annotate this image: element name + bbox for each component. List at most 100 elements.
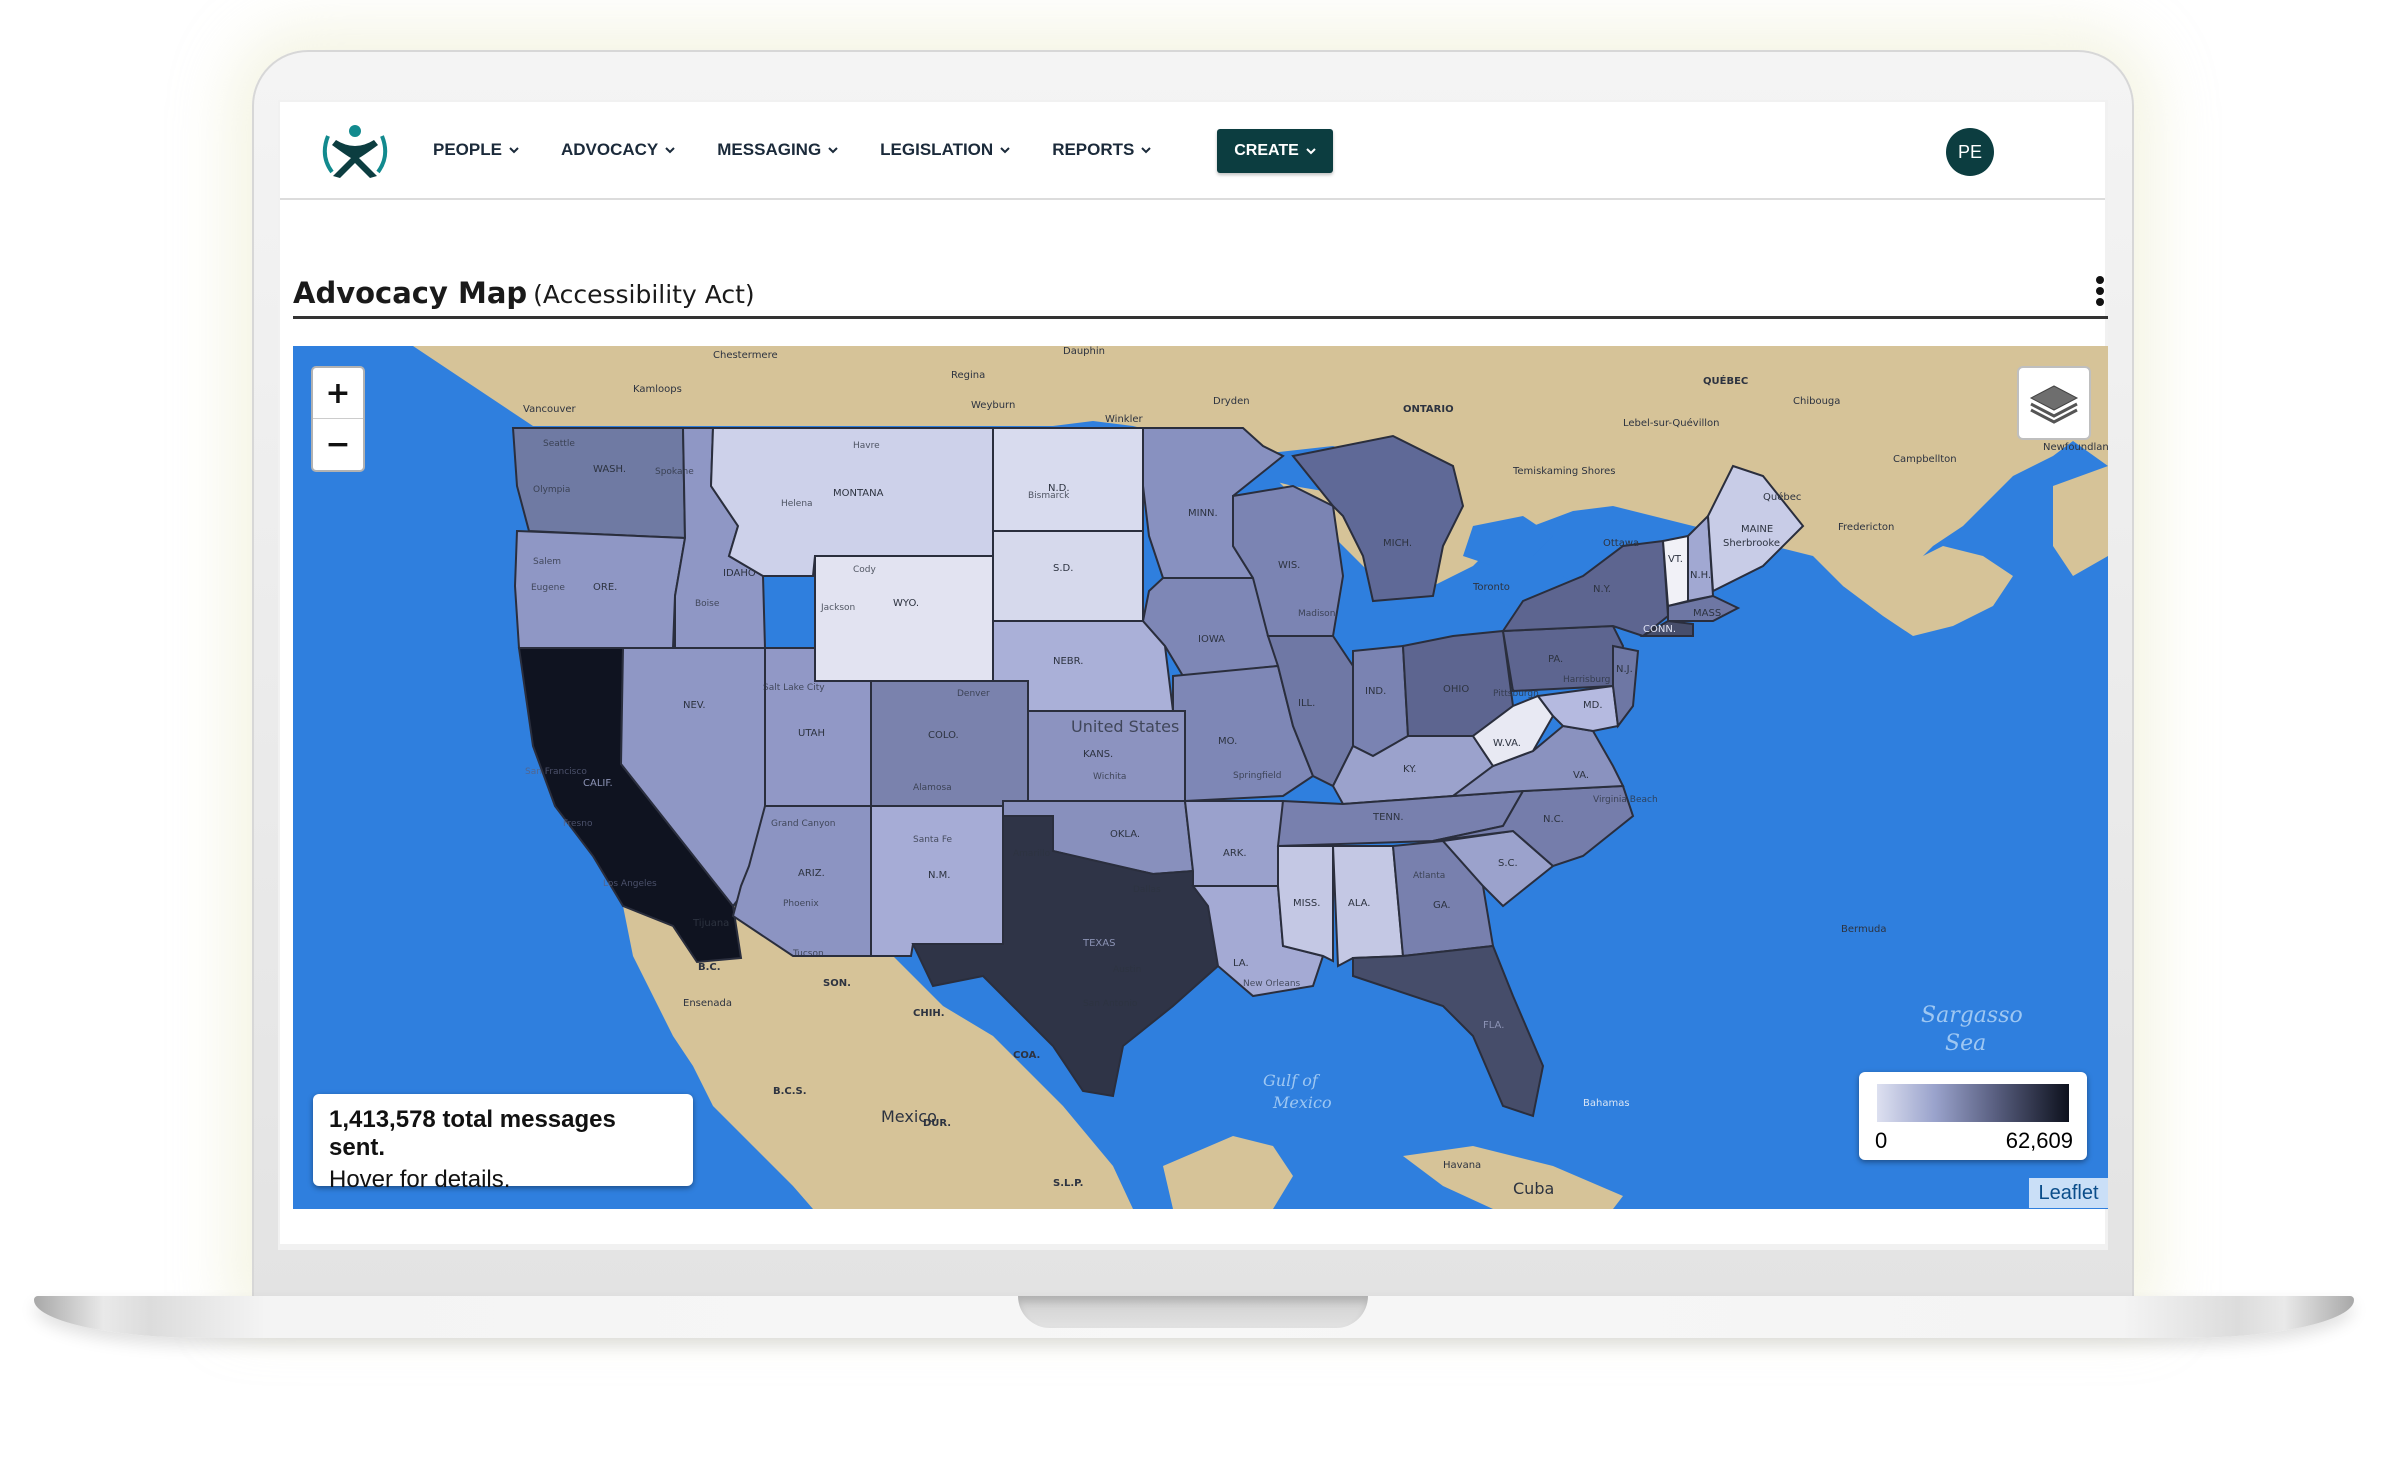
laptop-notch bbox=[1018, 1296, 1368, 1328]
main-nav: PEOPLE ADVOCACY MESSAGING LEGISLATION RE… bbox=[433, 102, 1193, 198]
city-alamosa: Alamosa bbox=[913, 783, 952, 793]
advocacy-map[interactable]: WASH. ORE. CALIF. IDAHO NEV. MONTANA WYO… bbox=[293, 346, 2108, 1209]
place-ensenada: Ensenada bbox=[683, 998, 732, 1009]
zoom-in-button[interactable]: + bbox=[313, 368, 363, 419]
place-winkler: Winkler bbox=[1105, 414, 1144, 425]
ocean-gulf-of: Gulf of bbox=[1263, 1071, 1321, 1090]
city-san-francisco: San Francisco bbox=[525, 767, 587, 777]
total-messages-text: 1,413,578 total messages sent. bbox=[329, 1106, 616, 1161]
city-atlanta: Atlanta bbox=[1413, 871, 1445, 881]
label-sd: S.D. bbox=[1053, 563, 1073, 574]
state-nm[interactable] bbox=[870, 805, 1004, 957]
place-bermuda: Bermuda bbox=[1841, 924, 1887, 935]
label-va: VA. bbox=[1573, 770, 1589, 781]
city-austin: Austin bbox=[1113, 965, 1141, 975]
label-ny: N.Y. bbox=[1593, 584, 1611, 595]
more-options-icon[interactable] bbox=[2094, 276, 2106, 312]
chevron-down-icon bbox=[1141, 147, 1152, 154]
laptop-screen: PEOPLE ADVOCACY MESSAGING LEGISLATION RE… bbox=[278, 100, 2108, 1250]
ocean-sea: Sea bbox=[1945, 1031, 1986, 1056]
city-los-angeles: Los Angeles bbox=[603, 879, 657, 889]
city-tucson: Tucson bbox=[792, 949, 824, 959]
city-havre: Havre bbox=[853, 441, 880, 451]
state-md[interactable] bbox=[1536, 684, 1620, 733]
place-fredericton: Fredericton bbox=[1838, 522, 1894, 533]
city-pittsburgh: Pittsburgh bbox=[1493, 689, 1539, 699]
layers-icon bbox=[2029, 385, 2079, 424]
map-section-header: Advocacy Map (Accessibility Act) bbox=[293, 272, 2108, 319]
city-spokane: Spokane bbox=[655, 467, 694, 477]
label-il: ILL. bbox=[1298, 698, 1315, 709]
label-id: IDAHO bbox=[723, 568, 756, 579]
label-ia: IOWA bbox=[1198, 634, 1225, 645]
nav-people[interactable]: PEOPLE bbox=[433, 140, 519, 160]
chevron-down-icon bbox=[665, 147, 675, 154]
chevron-down-icon bbox=[1000, 147, 1010, 154]
label-in: IND. bbox=[1365, 686, 1386, 697]
label-mn: MINN. bbox=[1188, 508, 1218, 519]
zoom-controls: + − bbox=[311, 366, 365, 472]
create-button-label: CREATE bbox=[1234, 142, 1299, 159]
city-boise: Boise bbox=[695, 599, 720, 609]
state-in[interactable] bbox=[1352, 644, 1410, 758]
label-ut: UTAH bbox=[798, 728, 825, 739]
ocean-mexico: Mexico bbox=[1272, 1093, 1332, 1112]
city-denver: Denver bbox=[957, 689, 990, 699]
zoom-out-button[interactable]: − bbox=[313, 419, 363, 469]
nav-messaging[interactable]: MESSAGING bbox=[717, 140, 838, 160]
page-title-text: Advocacy Map bbox=[293, 276, 528, 310]
place-quebec: QUÉBEC bbox=[1703, 374, 1748, 387]
nav-advocacy-label: ADVOCACY bbox=[560, 140, 659, 159]
state-wy[interactable] bbox=[814, 555, 994, 682]
maritimes-landmass bbox=[2053, 466, 2108, 576]
city-santa-fe: Santa Fe bbox=[913, 835, 953, 845]
map-canvas[interactable]: WASH. ORE. CALIF. IDAHO NEV. MONTANA WYO… bbox=[293, 346, 2108, 1209]
yucatan-landmass bbox=[1163, 1136, 1293, 1209]
state-wa[interactable] bbox=[511, 427, 687, 540]
label-nc: N.C. bbox=[1543, 814, 1564, 825]
state-ar[interactable] bbox=[1183, 800, 1285, 887]
place-toronto: Toronto bbox=[1472, 582, 1510, 593]
place-slp: S.L.P. bbox=[1053, 1178, 1083, 1189]
layers-toggle-button[interactable] bbox=[2017, 366, 2091, 440]
city-fresno: Fresno bbox=[563, 819, 593, 829]
state-fl[interactable] bbox=[1352, 944, 1545, 1118]
top-navigation-bar: PEOPLE ADVOCACY MESSAGING LEGISLATION RE… bbox=[280, 102, 2105, 200]
nav-reports[interactable]: REPORTS bbox=[1052, 140, 1152, 160]
city-san-antonio: San Antonio bbox=[1083, 999, 1138, 1009]
label-ar: ARK. bbox=[1223, 848, 1247, 859]
label-fl: FLA. bbox=[1483, 1020, 1504, 1031]
place-chihuahua: CHIH. bbox=[913, 1008, 945, 1019]
map-info-box: 1,413,578 total messages sent. Hover for… bbox=[313, 1094, 693, 1193]
label-wy: WYO. bbox=[893, 598, 919, 609]
state-mt[interactable] bbox=[709, 427, 994, 577]
label-nj: N.J. bbox=[1616, 664, 1633, 675]
create-button[interactable]: CREATE bbox=[1217, 129, 1333, 173]
city-grand-canyon: Grand Canyon bbox=[771, 819, 836, 829]
place-durango: DUR. bbox=[923, 1118, 951, 1129]
label-mt: MONTANA bbox=[833, 488, 884, 499]
page-title: Advocacy Map (Accessibility Act) bbox=[293, 276, 755, 310]
nav-legislation[interactable]: LEGISLATION bbox=[880, 140, 1010, 160]
place-havana: Havana bbox=[1443, 1160, 1481, 1171]
label-sc: S.C. bbox=[1498, 858, 1518, 869]
state-sd[interactable] bbox=[992, 530, 1144, 622]
city-virginia-beach: Virginia Beach bbox=[1593, 795, 1658, 805]
user-avatar[interactable]: PE bbox=[1946, 128, 1994, 176]
city-jackson: Jackson bbox=[820, 603, 855, 613]
hover-hint-text: Hover for details. bbox=[329, 1166, 511, 1193]
place-temiskaming: Temiskaming Shores bbox=[1512, 466, 1615, 477]
city-amarillo: Amarillo bbox=[1013, 849, 1051, 859]
place-regina: Regina bbox=[951, 370, 985, 381]
label-ks: KANS. bbox=[1083, 749, 1113, 760]
label-ga: GA. bbox=[1433, 900, 1451, 911]
place-dryden: Dryden bbox=[1213, 396, 1250, 407]
leaflet-attribution-link[interactable]: Leaflet bbox=[2029, 1178, 2108, 1208]
place-baja: B.C. bbox=[698, 962, 721, 973]
nav-advocacy[interactable]: ADVOCACY bbox=[561, 140, 675, 160]
state-nj[interactable] bbox=[1612, 644, 1640, 729]
brand-logo-icon[interactable] bbox=[322, 122, 388, 180]
city-phoenix: Phoenix bbox=[783, 899, 819, 909]
state-vt[interactable] bbox=[1661, 534, 1689, 608]
state-nd[interactable] bbox=[992, 427, 1144, 532]
